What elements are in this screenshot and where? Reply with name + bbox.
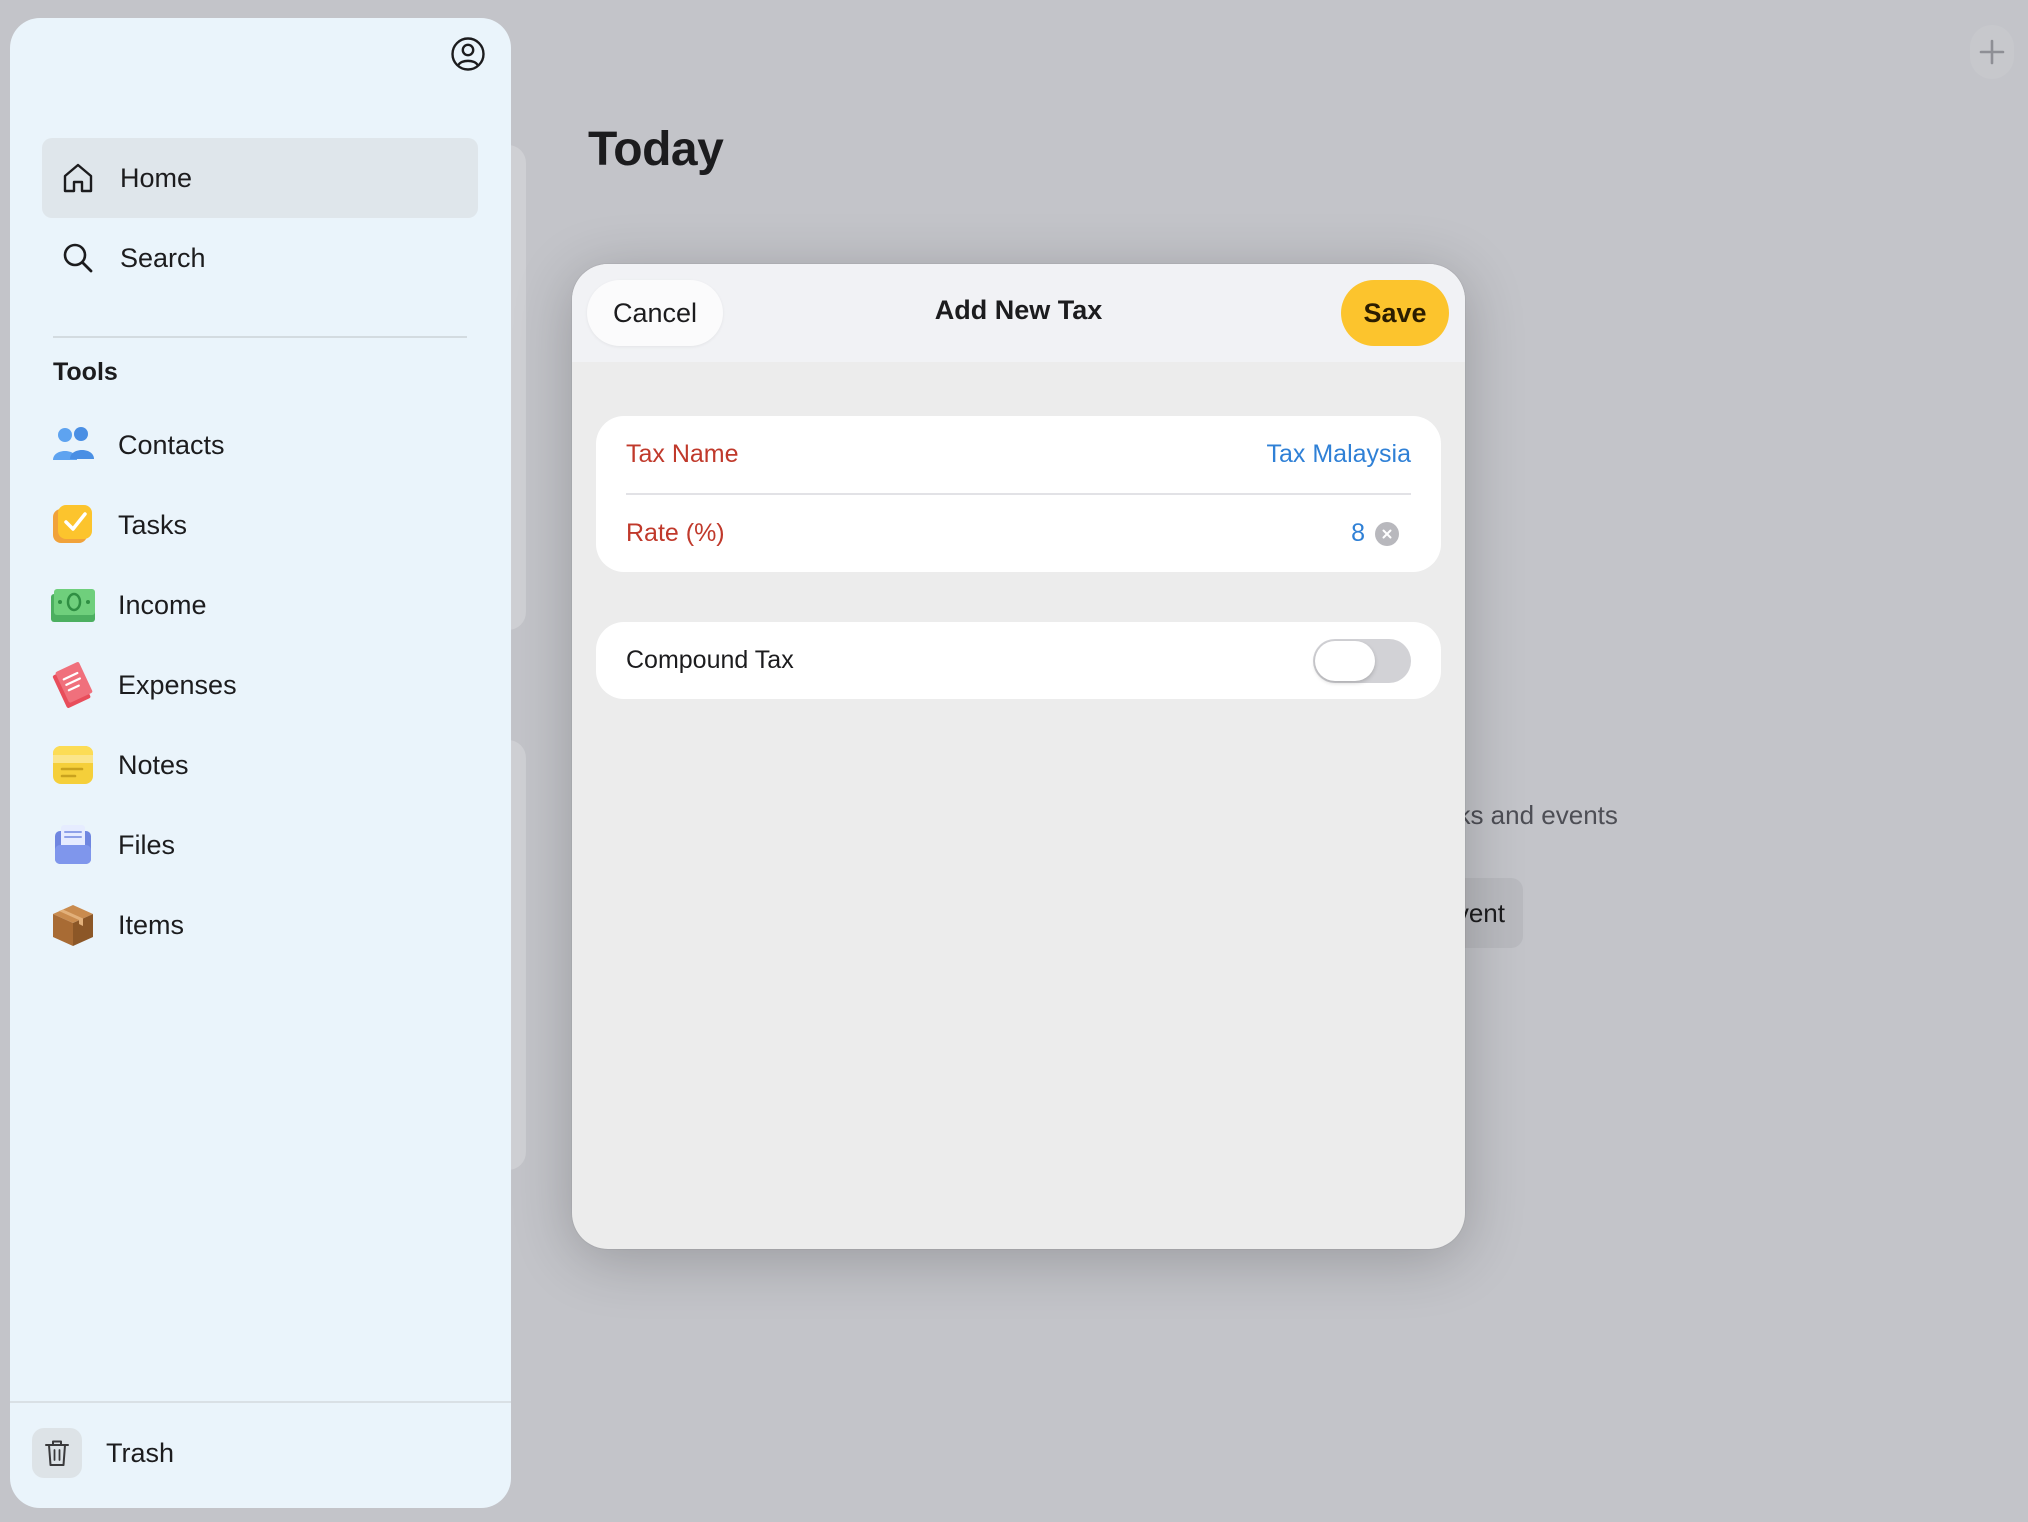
- sidebar-item-tasks[interactable]: Tasks: [50, 490, 470, 560]
- sidebar-item-home[interactable]: Home: [42, 138, 478, 218]
- rate-row[interactable]: Rate (%) 8: [596, 495, 1441, 572]
- dialog-header: Cancel Add New Tax Save: [572, 264, 1465, 362]
- clear-rate-button[interactable]: [1375, 521, 1399, 546]
- page-title: Today: [588, 123, 724, 176]
- tasks-icon: [50, 502, 96, 548]
- sidebar-item-label: Income: [118, 589, 207, 620]
- sidebar-item-label: Contacts: [118, 429, 225, 460]
- compound-tax-toggle[interactable]: [1313, 638, 1411, 683]
- user-circle-icon: [451, 37, 485, 71]
- compound-tax-label: Compound Tax: [626, 646, 794, 674]
- home-icon: [54, 154, 102, 202]
- clear-icon: [1382, 529, 1392, 538]
- sidebar-item-notes[interactable]: Notes: [50, 730, 470, 800]
- sidebar-item-trash[interactable]: Trash: [32, 1428, 174, 1478]
- income-icon: [50, 582, 96, 628]
- dialog-title: Add New Tax: [934, 295, 1103, 325]
- sidebar: Home Search Tools Contacts Tasks Income …: [10, 18, 511, 1508]
- compound-tax-row: Compound Tax: [596, 622, 1441, 699]
- sidebar-item-label: Notes: [118, 749, 189, 780]
- sidebar-item-label: Expenses: [118, 669, 237, 700]
- contacts-icon: [50, 422, 96, 468]
- notes-icon: [50, 742, 96, 788]
- add-button[interactable]: [1970, 25, 2014, 79]
- sidebar-item-label: Home: [120, 162, 193, 193]
- expenses-icon: [50, 662, 96, 708]
- rate-label: Rate (%): [626, 519, 725, 547]
- sidebar-item-items[interactable]: Items: [50, 890, 470, 960]
- toggle-knob: [1315, 640, 1375, 681]
- tax-name-row[interactable]: Tax Name Tax Malaysia: [596, 416, 1441, 493]
- sidebar-item-label: Files: [118, 829, 176, 860]
- sidebar-item-label: Tasks: [118, 509, 188, 540]
- sidebar-item-label: Search: [120, 242, 206, 273]
- sidebar-footer-divider: [10, 1401, 511, 1403]
- sidebar-item-label: Trash: [106, 1437, 175, 1468]
- sidebar-item-files[interactable]: Files: [50, 810, 470, 880]
- tax-name-label: Tax Name: [626, 440, 739, 468]
- sidebar-item-income[interactable]: Income: [50, 570, 470, 640]
- sidebar-item-contacts[interactable]: Contacts: [50, 410, 470, 480]
- tax-name-field[interactable]: Tax Malaysia: [1267, 440, 1412, 469]
- rate-field[interactable]: 8: [1351, 519, 1365, 548]
- search-icon: [54, 234, 102, 282]
- profile-button[interactable]: [448, 34, 488, 74]
- save-button[interactable]: Save: [1341, 280, 1449, 346]
- tax-fields-group: Tax Name Tax Malaysia Rate (%) 8: [596, 416, 1441, 572]
- add-tax-dialog: Cancel Add New Tax Save Tax Name Tax Mal…: [572, 264, 1465, 1249]
- sidebar-item-label: Items: [118, 909, 185, 940]
- sidebar-item-expenses[interactable]: Expenses: [50, 650, 470, 720]
- sidebar-divider: [53, 336, 467, 338]
- sidebar-item-search[interactable]: Search: [42, 218, 478, 298]
- plus-icon: [1979, 39, 2005, 65]
- section-title-tools: Tools: [53, 358, 118, 386]
- items-icon: [50, 902, 96, 948]
- trash-icon: [32, 1428, 82, 1478]
- files-icon: [50, 822, 96, 868]
- compound-tax-group: Compound Tax: [596, 622, 1441, 699]
